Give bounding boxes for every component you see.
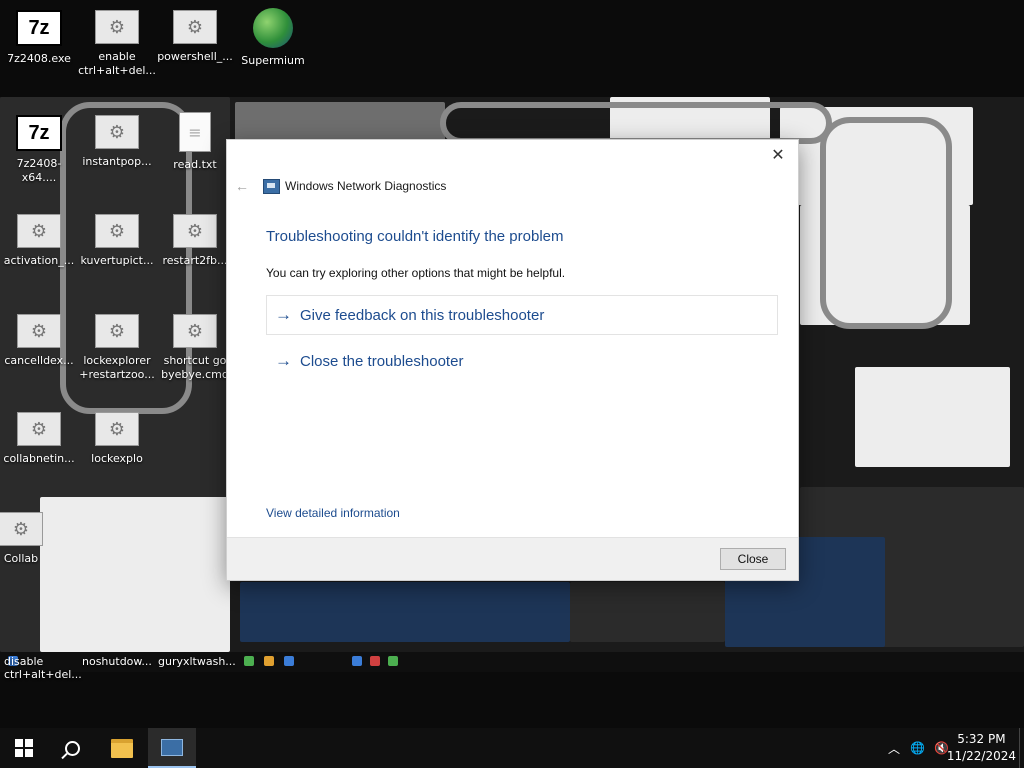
desktop-icon-label: instantpop...	[82, 155, 152, 168]
gear-icon: ⚙	[95, 314, 139, 348]
back-arrow-icon[interactable]: ←	[235, 178, 249, 194]
inner-icon-lockexplorer: ⚙ lockexplorer +restartzoo...	[78, 314, 156, 382]
wallpaper-panel	[570, 582, 725, 642]
option-label: Give feedback on this troubleshooter	[300, 306, 545, 324]
inner-icon-cancelldex: ⚙ cancelldex...	[0, 314, 78, 368]
desktop-icon-label: restart2fb...	[162, 254, 228, 267]
desktop-icon-label: lockexplorer +restartzoo...	[79, 354, 155, 381]
inner-icon-collab: ⚙ Collab	[0, 512, 60, 566]
dialog-title: Windows Network Diagnostics	[285, 179, 447, 193]
network-tray-button[interactable]: 🌐	[910, 728, 925, 768]
clock-date: 11/22/2024	[946, 749, 1016, 763]
show-desktop-button[interactable]	[1019, 728, 1024, 768]
desktop-icon-label: Collab	[3, 552, 39, 565]
7z-icon: 7z	[16, 115, 62, 151]
view-detailed-information-link[interactable]: View detailed information	[266, 506, 400, 520]
desktop-icon-label: kuvertupict...	[80, 254, 154, 267]
search-button[interactable]	[48, 728, 96, 768]
7z-icon: 7z	[16, 10, 62, 46]
inner-taskbar-label: guryxltwash...	[158, 655, 236, 668]
desktop-icon-label: shortcut go byebye.cmd	[161, 354, 229, 381]
inner-icon-collabnetin: ⚙ collabnetin...	[0, 412, 78, 466]
inner-icon-shortcut-go-byebye: ⚙ shortcut go byebye.cmd	[156, 314, 234, 382]
dialog-footer: Close	[227, 537, 798, 580]
desktop-icon-label: read.txt	[173, 158, 217, 171]
arrow-right-icon: →	[275, 305, 292, 324]
desktop-icon-enable-ctrl-alt-del[interactable]: ⚙ enable ctrl+alt+del...	[78, 10, 156, 78]
start-button[interactable]	[0, 728, 48, 768]
close-troubleshooter-option[interactable]: → Close the troubleshooter	[267, 342, 777, 380]
globe-icon	[252, 8, 294, 48]
gear-icon: ⚙	[17, 214, 61, 248]
inner-icon-kuvertupict: ⚙ kuvertupict...	[78, 214, 156, 268]
gear-icon: ⚙	[95, 10, 139, 44]
desktop-icon-label: cancelldex...	[4, 354, 74, 367]
show-hidden-icons[interactable]: ︿	[888, 728, 900, 768]
desktop-icon-label: enable ctrl+alt+del...	[78, 50, 156, 77]
gear-icon: ⚙	[173, 314, 217, 348]
wallpaper-panel	[40, 497, 230, 652]
inner-app-icon	[244, 656, 254, 666]
inner-icon-instantpop: ⚙ instantpop...	[78, 115, 156, 169]
gear-icon: ⚙	[173, 214, 217, 248]
desktop-icon-label: 7z2408.exe	[7, 52, 71, 65]
wallpaper-panel	[855, 367, 1010, 467]
inner-taskbar-label: noshutdow...	[82, 655, 152, 668]
desktop-icon-supermium[interactable]: Supermium	[234, 8, 312, 68]
gear-icon: ⚙	[173, 10, 217, 44]
option-label: Close the troubleshooter	[300, 352, 464, 370]
network-diagnostics-icon	[161, 738, 183, 756]
search-icon	[64, 740, 80, 756]
file-explorer-button[interactable]	[98, 728, 146, 768]
inner-app-icon	[370, 656, 380, 666]
desktop-icon-label: activation_...	[3, 254, 75, 267]
wallpaper-panel	[240, 582, 570, 642]
inner-icon-lockexplo: ⚙ lockexplo	[78, 412, 156, 466]
windows-logo-icon	[15, 739, 33, 757]
inner-app-icon	[284, 656, 294, 666]
close-button[interactable]: Close	[720, 548, 786, 570]
network-diagnostics-taskbar-button[interactable]	[148, 728, 196, 768]
desktop-icon-powershell[interactable]: ⚙ powershell_...	[156, 10, 234, 64]
inner-icon-activation: ⚙ activation_...	[0, 214, 78, 268]
gear-icon: ⚙	[95, 115, 139, 149]
document-icon: ≡	[179, 112, 211, 152]
dialog-subtext: You can try exploring other options that…	[266, 266, 566, 280]
desktop-icon-label: powershell_...	[157, 50, 233, 63]
desktop-icon-7z2408[interactable]: 7z 7z2408.exe	[0, 10, 78, 66]
inner-app-icon	[352, 656, 362, 666]
wallpaper-scribble	[820, 117, 952, 329]
desktop-icon-label: Supermium	[241, 54, 305, 67]
gear-icon: ⚙	[17, 412, 61, 446]
gear-icon: ⚙	[0, 512, 43, 546]
inner-icon-7z2408-x64: 7z 7z2408-x64....	[0, 115, 78, 185]
dialog-heading: Troubleshooting couldn't identify the pr…	[266, 228, 564, 245]
arrow-right-icon: →	[275, 351, 292, 370]
desktop-icon-label: 7z2408-x64....	[16, 157, 62, 184]
inner-taskbar-label: disable ctrl+alt+del...	[4, 655, 82, 681]
give-feedback-option[interactable]: → Give feedback on this troubleshooter	[266, 295, 778, 335]
inner-taskbar	[0, 652, 1024, 672]
clock-time: 5:32 PM	[957, 732, 1006, 746]
gear-icon: ⚙	[95, 412, 139, 446]
network-diagnostics-dialog: ✕ ← Windows Network Diagnostics Troubles…	[227, 140, 798, 580]
desktop-icon-label: collabnetin...	[3, 452, 75, 465]
taskbar: ︿ 🌐 🔇 5:32 PM 11/22/2024	[0, 728, 1024, 768]
close-icon[interactable]: ✕	[766, 146, 790, 166]
globe-network-icon: 🌐	[910, 741, 925, 755]
taskbar-clock[interactable]: 5:32 PM 11/22/2024	[947, 731, 1016, 765]
network-diagnostics-icon	[263, 179, 280, 194]
wallpaper-panel	[235, 102, 445, 142]
wallpaper-scribble	[440, 102, 832, 144]
inner-icon-restart2fb: ⚙ restart2fb...	[156, 214, 234, 268]
inner-app-icon	[264, 656, 274, 666]
gear-icon: ⚙	[95, 214, 139, 248]
inner-icon-read-txt: ≡ read.txt	[156, 112, 234, 172]
desktop-icon-label: lockexplo	[91, 452, 143, 465]
inner-app-icon	[388, 656, 398, 666]
folder-icon	[111, 738, 133, 758]
gear-icon: ⚙	[17, 314, 61, 348]
chevron-up-icon: ︿	[888, 741, 901, 756]
